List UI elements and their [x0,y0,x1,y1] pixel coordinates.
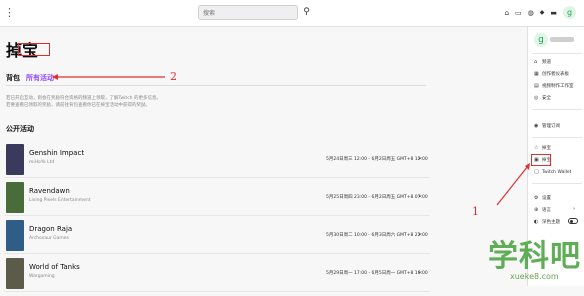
video-producer-icon: ▤ [534,83,539,89]
language-icon: ⊕ [534,207,539,213]
highlight-box-inventory-menu-item [531,154,551,166]
campaign-dates: 5月24日周三 12:00 - 6月2日周五 GMT+8 12:00 [326,157,428,162]
menu-item-language[interactable]: ⊕ 语言 [534,207,551,213]
whispers-icon[interactable]: ▭ [515,9,522,17]
campaign-description: 若已开启互动，则会在奖励符合资格的频道上领取，了解Twitch 的更多信息。 若… [6,95,366,109]
chevron-down-icon[interactable]: ⌄ [417,153,423,161]
chevron-down-icon[interactable]: ⌄ [417,191,423,199]
campaign-developer: Living Pixels Entertainment [29,198,91,203]
menu-item-creator-dashboard[interactable]: ▦ 创作者仪表板 [534,71,569,77]
menu-item-drops[interactable]: ☆ 掉宝 [534,145,551,151]
top-right-icons: ⌂ ▭ ◍ ◆ ▬ g [505,5,576,20]
username-placeholder [550,37,574,42]
menu-item-label: 语言 [542,208,551,213]
tab-inventory[interactable]: 背包 [6,73,20,83]
menu-item-label: Twitch Wallet [542,170,572,175]
menu-item-label: 管理订阅 [542,124,560,129]
tab-all-campaigns[interactable]: 所有活动 [26,73,54,83]
wallet-icon: ▢ [534,169,539,175]
settings-icon: ⚙ [534,195,539,201]
menu-divider [532,183,582,184]
campaign-developer: Archosaur Games [29,236,69,241]
campaign-developer: miHoYo Ltd [29,160,55,165]
campaign-thumbnail [6,182,24,213]
user-icon: ⌂ [534,59,538,65]
menu-item-channel[interactable]: ⌂ 频道 [534,59,551,65]
annotation-number-1: 1 [472,205,479,218]
campaign-row[interactable]: World of Tanks Wargaming 5月29日周一 17:00 -… [4,258,430,292]
tabs-divider [6,85,426,86]
subscription-icon: ◉ [534,123,539,129]
creator-dashboard-icon: ▦ [534,71,539,77]
campaign-developer: Wargaming [29,274,55,279]
dark-theme-icon: ◐ [534,219,539,225]
campaign-dates: 5月30日周二 10:00 - 6月3日周六 GMT+8 22:00 [326,233,428,238]
menu-item-wallet[interactable]: ▢ Twitch Wallet [534,169,571,175]
menu-item-label: 频道 [542,60,551,65]
campaign-thumbnail [6,144,24,175]
dark-theme-toggle[interactable] [568,218,578,224]
avatar[interactable]: g [563,6,576,19]
watermark-logo-text: 学科吧 [488,239,581,274]
bits-icon[interactable]: ◆ [540,9,545,16]
campaign-name: Genshin Impact [29,149,85,157]
menu-item-settings[interactable]: ⚙ 设置 [534,195,551,201]
avatar: g [534,33,548,47]
menu-item-label: 掉宝 [542,146,551,151]
menu-item-label: 设置 [542,196,551,201]
inbox-icon[interactable]: ⌂ [505,9,509,17]
chevron-right-icon: › [573,206,575,212]
campaign-name: World of Tanks [29,263,80,271]
menu-item-dark-theme[interactable]: ◐ 深色主题 [534,219,560,225]
annotation-number-2: 2 [170,70,177,83]
menu-item-label: 创作者仪表板 [542,72,569,77]
menu-item-safety[interactable]: ◎ 安全 [534,95,551,101]
campaign-name: Ravendawn [29,187,70,195]
menu-item-label: 视频制作工作室 [542,84,574,89]
menu-divider [532,137,582,138]
watermark-url: xueke8.com [510,272,559,281]
tabs: 背包 所有活动 [6,73,54,83]
campaign-thumbnail [6,220,24,251]
highlight-box-all-campaigns-tab [18,43,50,56]
campaign-dates: 5月25日周四 23:00 - 6月2日周五 GMT+8 07:00 [326,195,428,200]
search-input[interactable]: 搜索 [198,5,298,20]
menu-item-video-producer[interactable]: ▤ 视频制作工作室 [534,83,574,89]
campaign-list: Genshin Impact miHoYo Ltd 5月24日周三 12:00 … [4,144,430,296]
chevron-down-icon[interactable]: ⌄ [417,229,423,237]
menu-divider [532,109,582,110]
menu-item-label: 深色主题 [542,220,560,225]
campaign-name: Dragon Raja [29,225,73,233]
chevron-down-icon[interactable]: ⌄ [417,267,423,275]
more-menu-icon[interactable]: ⋮ [4,6,15,19]
notifications-icon[interactable]: ◍ [528,9,534,17]
menu-divider [532,53,582,54]
menu-item-subscriptions[interactable]: ◉ 管理订阅 [534,123,560,129]
campaign-dates: 5月29日周一 17:00 - 6月5日周一 GMT+8 16:00 [326,271,428,276]
drops-icon: ☆ [534,145,539,151]
main-content: 掉宝 背包 所有活动 若已开启互动，则会在奖励符合资格的频道上领取，了解Twit… [0,27,432,292]
search-icon[interactable]: ⚲ [299,5,314,20]
campaign-row[interactable]: Ravendawn Living Pixels Entertainment 5月… [4,182,430,216]
campaign-thumbnail [6,258,24,289]
description-line: 若要查看已领取的奖励，请前往背包查看你已在掉宝活动中获得的奖励。 [6,103,150,108]
description-line: 若已开启互动，则会在奖励符合资格的频道上领取，了解Twitch 的更多信息。 [6,96,161,101]
campaign-row[interactable]: Dragon Raja Archosaur Games 5月30日周二 10:0… [4,220,430,254]
campaign-row[interactable]: Genshin Impact miHoYo Ltd 5月24日周三 12:00 … [4,144,430,178]
menu-item-label: 安全 [542,96,551,101]
section-title: 公开活动 [6,125,34,133]
get-ad-free-label[interactable]: ▬ [550,9,557,17]
top-navigation-bar: ⋮ 搜索 ⚲ ⌂ ▭ ◍ ◆ ▬ g [0,0,584,27]
safety-icon: ◎ [534,95,539,101]
